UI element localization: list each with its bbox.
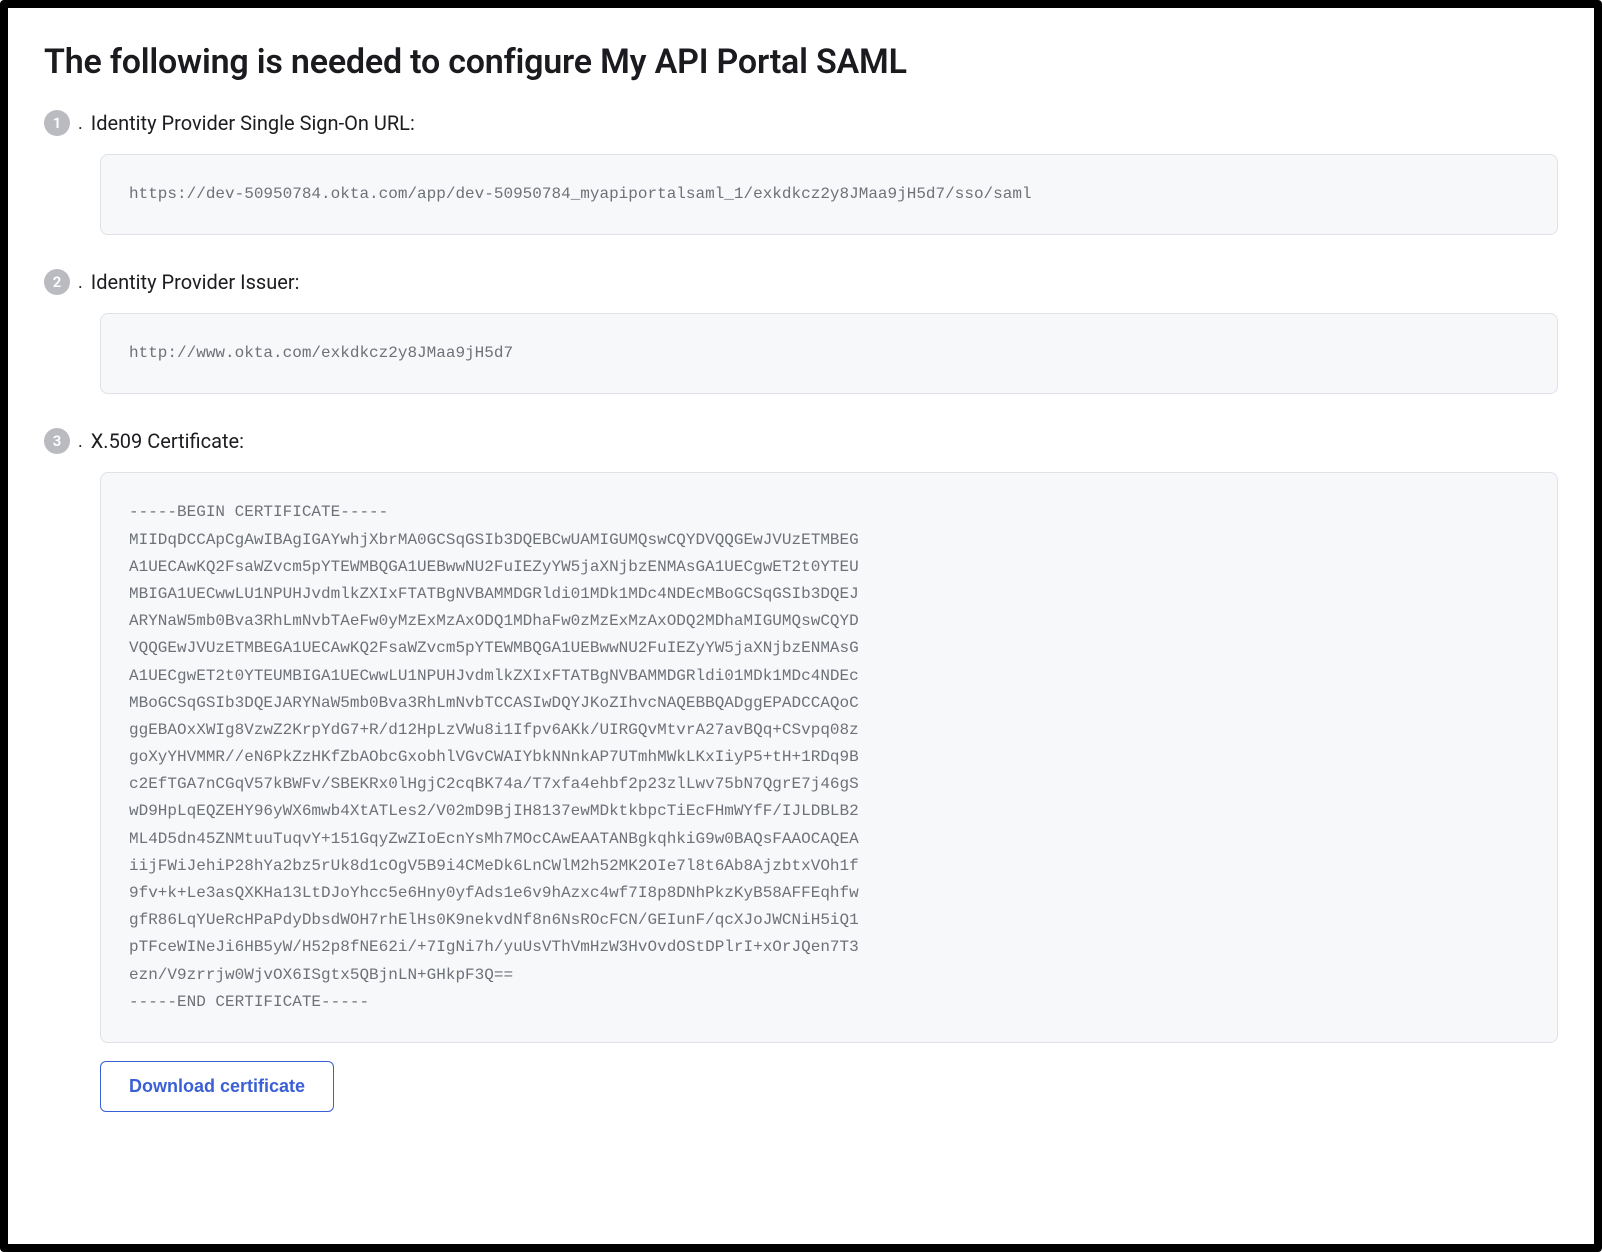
step-certificate: 3 . X.509 Certificate: -----BEGIN CERTIF… bbox=[44, 428, 1558, 1112]
page-title: The following is needed to configure My … bbox=[44, 42, 1558, 82]
sso-url-value[interactable]: https://dev-50950784.okta.com/app/dev-50… bbox=[100, 154, 1558, 235]
step-number-badge: 3 bbox=[44, 428, 70, 454]
step-issuer: 2 . Identity Provider Issuer: http://www… bbox=[44, 269, 1558, 394]
step-header: 2 . Identity Provider Issuer: bbox=[44, 269, 1558, 295]
step-label: Identity Provider Issuer: bbox=[91, 270, 300, 294]
step-separator: . bbox=[78, 431, 83, 452]
step-sso-url: 1 . Identity Provider Single Sign-On URL… bbox=[44, 110, 1558, 235]
step-label: X.509 Certificate: bbox=[91, 429, 244, 453]
certificate-value[interactable]: -----BEGIN CERTIFICATE----- MIIDqDCCApCg… bbox=[100, 472, 1558, 1043]
step-number-badge: 2 bbox=[44, 269, 70, 295]
step-separator: . bbox=[78, 113, 83, 134]
step-separator: . bbox=[78, 272, 83, 293]
saml-config-panel: The following is needed to configure My … bbox=[0, 0, 1602, 1252]
step-label: Identity Provider Single Sign-On URL: bbox=[91, 111, 415, 135]
step-header: 1 . Identity Provider Single Sign-On URL… bbox=[44, 110, 1558, 136]
step-header: 3 . X.509 Certificate: bbox=[44, 428, 1558, 454]
download-certificate-button[interactable]: Download certificate bbox=[100, 1061, 334, 1112]
config-steps-list: 1 . Identity Provider Single Sign-On URL… bbox=[44, 110, 1558, 1112]
step-number-badge: 1 bbox=[44, 110, 70, 136]
issuer-value[interactable]: http://www.okta.com/exkdkcz2y8JMaa9jH5d7 bbox=[100, 313, 1558, 394]
